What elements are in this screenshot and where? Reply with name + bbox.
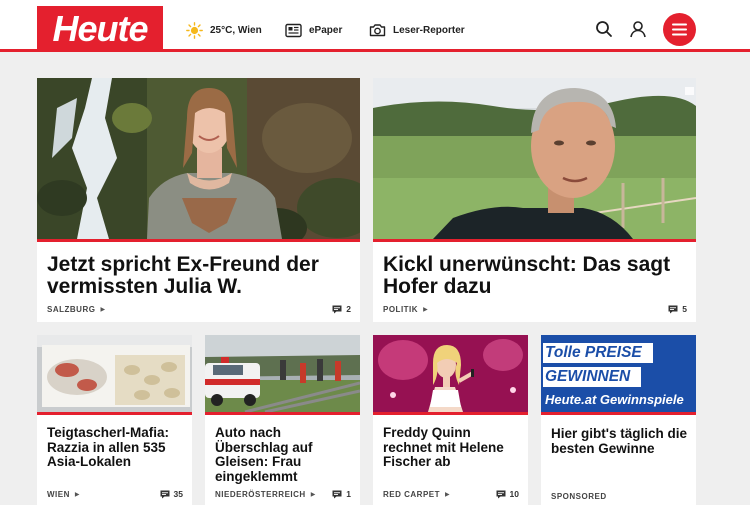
- comment-icon: [668, 305, 678, 313]
- article-image[interactable]: [373, 335, 528, 412]
- article-category[interactable]: SALZBURG ▶: [47, 305, 106, 314]
- article-title[interactable]: Kickl unerwünscht: Das sagt Hofer dazu: [383, 254, 686, 298]
- hamburger-icon: [672, 23, 687, 36]
- article-category[interactable]: POLITIK ▶: [383, 305, 428, 314]
- comment-icon: [332, 305, 342, 313]
- category-label: POLITIK: [383, 305, 419, 314]
- newspaper-icon: [285, 23, 302, 38]
- article-accent-bar: [37, 412, 192, 415]
- chevron-right-icon: ▶: [100, 307, 106, 313]
- epaper-link[interactable]: ePaper: [285, 20, 342, 40]
- article-title[interactable]: Freddy Quinn rechnet mit Helene Fischer …: [383, 425, 520, 470]
- comment-count[interactable]: 1: [332, 489, 351, 499]
- comment-count-value: 5: [682, 304, 687, 314]
- article-image[interactable]: [373, 78, 696, 239]
- camera-icon: [369, 23, 386, 37]
- epaper-label: ePaper: [309, 24, 343, 36]
- comment-count-value: 10: [509, 489, 519, 499]
- site-logo[interactable]: Heute: [37, 6, 163, 52]
- category-label: NIEDERÖSTERREICH: [215, 490, 306, 499]
- article-card[interactable]: Auto nach Überschlag auf Gleisen: Frau e…: [205, 335, 360, 505]
- leser-reporter-link[interactable]: Leser-Reporter: [369, 20, 465, 40]
- article-card[interactable]: Kickl unerwünscht: Das sagt Hofer dazu P…: [373, 78, 696, 322]
- article-category[interactable]: RED CARPET ▶: [383, 490, 450, 499]
- menu-button[interactable]: [663, 13, 696, 46]
- article-accent-bar: [373, 412, 528, 415]
- article-title[interactable]: Teigtascherl-Mafia: Razzia in allen 535 …: [47, 425, 184, 470]
- article-image[interactable]: [37, 335, 192, 412]
- comment-count-value: 2: [346, 304, 351, 314]
- chevron-right-icon: ▶: [310, 492, 316, 498]
- comment-count[interactable]: 10: [496, 489, 519, 499]
- article-card[interactable]: Jetzt spricht Ex-Freund der vermissten J…: [37, 78, 360, 322]
- comment-count[interactable]: 2: [332, 304, 351, 314]
- promo-banner[interactable]: Tolle PREISE GEWINNEN Heute.at Gewinnspi…: [541, 335, 696, 412]
- weather-widget[interactable]: 25°C, Wien: [186, 20, 262, 40]
- comment-count-value: 1: [346, 489, 351, 499]
- promo-line-1: Tolle PREISE: [545, 344, 642, 361]
- search-icon[interactable]: [594, 19, 614, 39]
- weather-text: 25°C, Wien: [210, 24, 262, 36]
- chevron-right-icon: ▶: [445, 492, 451, 498]
- category-label: SALZBURG: [47, 305, 96, 314]
- comment-icon: [332, 490, 342, 498]
- sponsored-card[interactable]: Tolle PREISE GEWINNEN Heute.at Gewinnspi…: [541, 335, 696, 505]
- article-accent-bar: [205, 412, 360, 415]
- category-label: WIEN: [47, 490, 70, 499]
- article-card[interactable]: Teigtascherl-Mafia: Razzia in allen 535 …: [37, 335, 192, 505]
- promo-line-2: GEWINNEN: [545, 368, 631, 385]
- article-title[interactable]: Auto nach Überschlag auf Gleisen: Frau e…: [215, 425, 352, 484]
- article-accent-bar: [373, 239, 696, 242]
- logo-text: Heute: [52, 8, 148, 49]
- article-title[interactable]: Hier gibt's täglich die besten Gewinne: [551, 426, 688, 456]
- comment-count-value: 35: [173, 489, 183, 499]
- promo-line-3: Heute.at Gewinnspiele: [545, 392, 684, 407]
- sponsored-label: SPONSORED: [551, 492, 607, 501]
- article-card[interactable]: Freddy Quinn rechnet mit Helene Fischer …: [373, 335, 528, 505]
- article-category[interactable]: WIEN ▶: [47, 490, 80, 499]
- comment-count[interactable]: 5: [668, 304, 687, 314]
- article-image[interactable]: [205, 335, 360, 412]
- sun-icon: [186, 21, 203, 39]
- category-label: RED CARPET: [383, 490, 441, 499]
- comment-icon: [160, 490, 170, 498]
- chevron-right-icon: ▶: [423, 307, 429, 313]
- article-category[interactable]: NIEDERÖSTERREICH ▶: [215, 490, 316, 499]
- article-title[interactable]: Jetzt spricht Ex-Freund der vermissten J…: [47, 254, 350, 298]
- comment-icon: [496, 490, 506, 498]
- site-header: Heute 25°C, Wien ePaper Leser-Reporter: [0, 0, 750, 52]
- comment-count[interactable]: 35: [160, 489, 183, 499]
- article-accent-bar: [541, 412, 696, 415]
- article-image[interactable]: [37, 78, 360, 239]
- user-icon[interactable]: [628, 19, 648, 39]
- chevron-right-icon: ▶: [74, 492, 81, 498]
- article-accent-bar: [37, 239, 360, 242]
- leser-reporter-label: Leser-Reporter: [393, 24, 465, 36]
